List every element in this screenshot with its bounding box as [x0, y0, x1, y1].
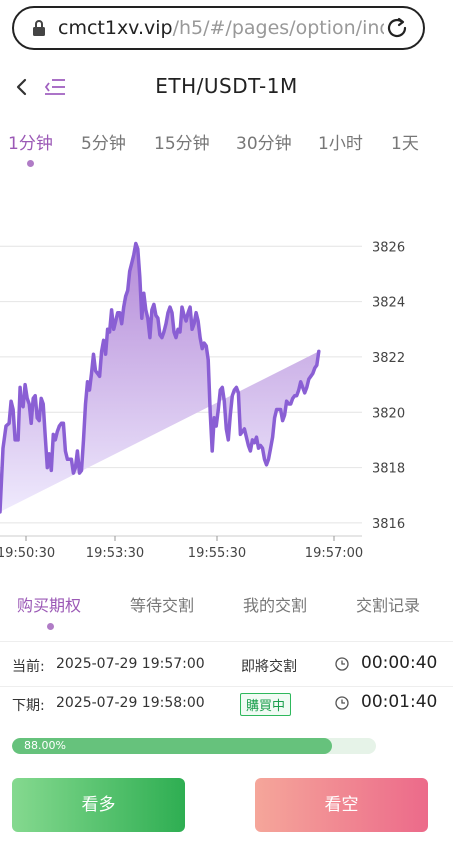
- current-status: 即將交割: [241, 659, 297, 675]
- next-time: 2025-07-29 19:58:00: [56, 695, 205, 711]
- buy-short-button[interactable]: 看空: [255, 778, 428, 832]
- y-tick-label: 3820: [372, 406, 405, 421]
- progress-label: 88.00%: [24, 739, 66, 752]
- interval-tabs: 1分钟 5分钟 15分钟 30分钟 1小时 1天: [0, 125, 453, 169]
- current-time: 2025-07-29 19:57:00: [56, 656, 205, 672]
- next-countdown: 00:01:40: [361, 692, 438, 712]
- x-tick-label: 19:55:30: [188, 546, 246, 561]
- option-tabs: 购买期权 等待交割 我的交割 交割记录: [0, 588, 453, 634]
- y-tick-label: 3826: [372, 240, 405, 255]
- tab-interval-1d[interactable]: 1天: [391, 129, 419, 154]
- tab-my-delivery[interactable]: 我的交割: [243, 592, 307, 616]
- price-area: [0, 243, 319, 512]
- url-host: cmct1xv.vip: [58, 17, 173, 39]
- lock-icon: [33, 20, 45, 36]
- y-tick-label: 3824: [372, 296, 405, 311]
- divider: [0, 641, 453, 642]
- x-tick-label: 19:53:30: [86, 546, 144, 561]
- y-tick-label: 3822: [372, 351, 405, 366]
- tab-delivery-records[interactable]: 交割记录: [356, 592, 420, 616]
- y-tick-label: 3816: [372, 517, 405, 532]
- url-text[interactable]: cmct1xv.vip/h5/#/pages/option/ind: [58, 17, 384, 39]
- active-tab-indicator: [27, 160, 34, 167]
- status-badge: 購買中: [240, 693, 292, 716]
- next-label: 下期:: [12, 698, 45, 714]
- tab-interval-1m[interactable]: 1分钟: [8, 129, 53, 154]
- tab-pending-delivery[interactable]: 等待交割: [130, 592, 194, 616]
- current-label: 当前:: [12, 659, 45, 675]
- address-bar[interactable]: cmct1xv.vip/h5/#/pages/option/ind: [12, 6, 425, 50]
- tab-interval-30m[interactable]: 30分钟: [236, 129, 292, 154]
- tab-interval-15m[interactable]: 15分钟: [154, 129, 210, 154]
- tab-interval-1h[interactable]: 1小时: [318, 129, 363, 154]
- page-title: ETH/USDT-1M: [155, 74, 298, 98]
- tab-interval-5m[interactable]: 5分钟: [81, 129, 126, 154]
- url-path: /h5/#/pages/option/ind: [172, 17, 384, 39]
- y-tick-label: 3818: [372, 462, 405, 477]
- active-option-tab-indicator: [47, 623, 54, 630]
- reload-icon[interactable]: [385, 16, 409, 40]
- tab-buy-option[interactable]: 购买期权: [17, 592, 81, 616]
- clock-icon: [335, 657, 349, 671]
- current-countdown: 00:00:40: [361, 653, 438, 673]
- x-tick-label: 19:50:30: [0, 546, 55, 561]
- page-header: ETH/USDT-1M: [0, 62, 453, 112]
- x-tick-label: 19:57:00: [305, 546, 363, 561]
- current-period-row: 当前: 2025-07-29 19:57:00 即將交割 00:00:40: [0, 646, 453, 686]
- buy-long-button[interactable]: 看多: [12, 778, 185, 832]
- next-period-row: 下期: 2025-07-29 19:58:00 購買中 00:01:40: [0, 685, 453, 725]
- clock-icon: [335, 696, 349, 710]
- purchase-progress-bar: 88.00%: [12, 738, 376, 754]
- price-chart[interactable]: 3826 3824 3822 3820 3818 3816 19:50:30 19:53:3…: [0, 172, 453, 572]
